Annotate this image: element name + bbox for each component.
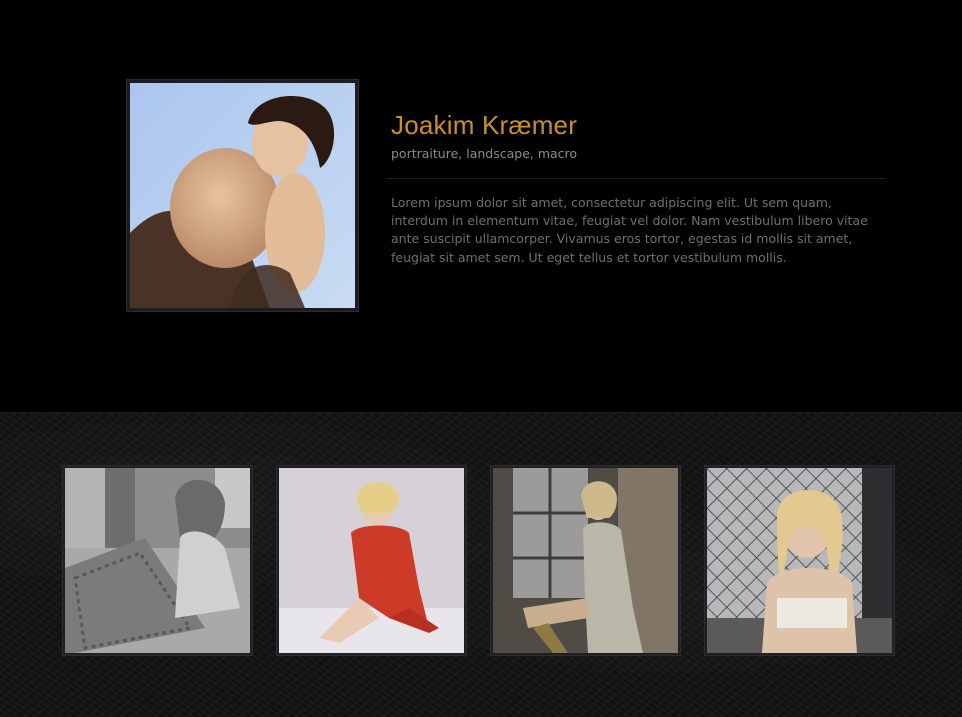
gallery-thumbnail-1[interactable] xyxy=(63,466,252,655)
photo-portrait-fence-icon xyxy=(707,468,892,653)
photo-portrait-red-dress-icon xyxy=(279,468,464,653)
gallery-thumbnail-4[interactable] xyxy=(705,466,894,655)
profile-photo-image xyxy=(130,83,355,308)
gallery-thumbnail-2[interactable] xyxy=(277,466,466,655)
profile-photo[interactable] xyxy=(127,80,358,311)
divider xyxy=(386,178,886,179)
profile-tags: portraiture, landscape, macro xyxy=(391,146,578,161)
profile-section: Joakim Kræmer portraiture, landscape, ma… xyxy=(0,0,962,412)
gallery-thumbnail-3[interactable] xyxy=(491,466,680,655)
profile-bio: Lorem ipsum dolor sit amet, consectetur … xyxy=(391,195,868,265)
photo-portrait-window-icon xyxy=(493,468,678,653)
profile-name: Joakim Kræmer xyxy=(391,110,578,140)
photo-portrait-sofa-icon xyxy=(65,468,250,653)
